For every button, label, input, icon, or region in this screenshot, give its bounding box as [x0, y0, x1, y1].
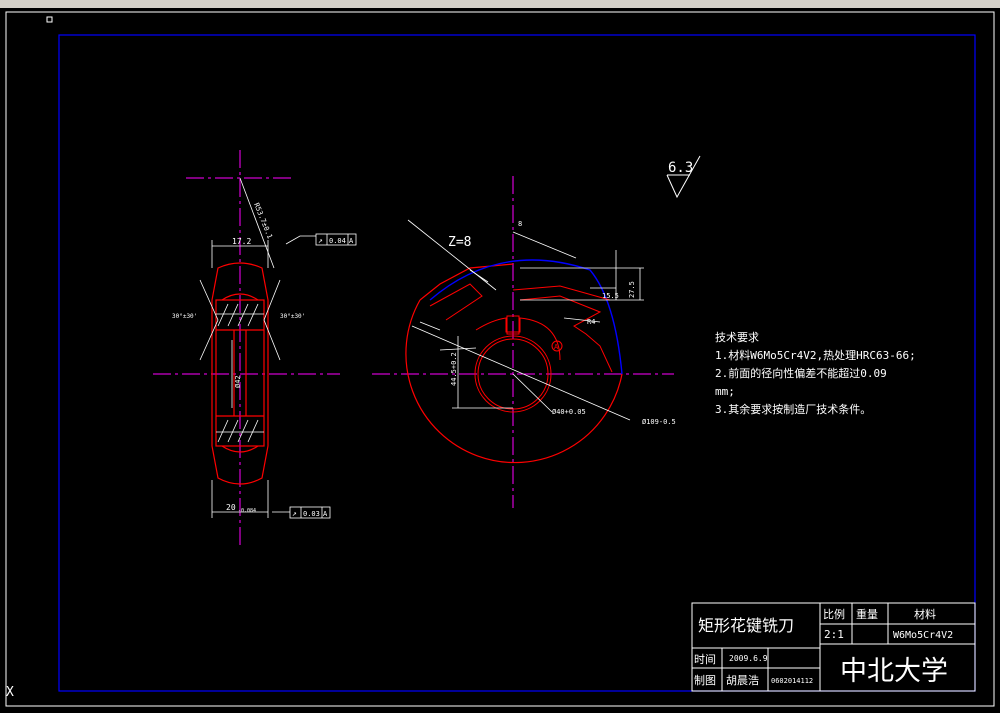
school-name: 中北大学 — [840, 656, 948, 687]
date-label: 时间 — [694, 653, 716, 666]
tol-bottom-datum: A — [323, 510, 328, 518]
drawn-label: 制图 — [694, 674, 716, 687]
dim-bottom: 20 — [226, 503, 236, 512]
teeth-count: Z=8 — [448, 235, 471, 250]
front-view: 17.2 20 -0.084 Ø42 R53.7±0.1 30°±30' 30°… — [153, 150, 357, 548]
corner-grip[interactable] — [46, 16, 53, 23]
note-1: 1.材料W6Mo5Cr4V2,热处理HRC63-66; — [715, 348, 916, 362]
dim-step: 15.5 — [602, 292, 619, 300]
dim-bore: Ø40+0.05 — [552, 408, 586, 416]
tol-bottom-symbol: ↗ — [292, 509, 297, 518]
scale-value: 2:1 — [824, 628, 844, 641]
scale-label: 比例 — [823, 607, 845, 621]
tol-top-value: 0.04 — [329, 237, 346, 245]
notes-title: 技术要求 — [715, 331, 759, 344]
part-name: 矩形花键铣刀 — [698, 616, 794, 635]
angle-right: 30°±30' — [280, 313, 305, 320]
side-view: Z=8 27.5 15.5 44.5+0.2 Ø40+0.05 Ø109-0.5… — [372, 176, 676, 508]
date-value: 2009.6.9 — [729, 654, 768, 663]
roughness-value: 6.3 — [668, 160, 693, 176]
note-2: 2.前面的径向性偏差不能超过0.09 — [715, 366, 887, 380]
note-2-cont: mm; — [715, 385, 735, 398]
note-3: 3.其余要求按制造厂技术条件。 — [715, 402, 871, 416]
weight-label: 重量 — [856, 607, 878, 621]
tol-bottom-value: 0.03 — [303, 510, 320, 518]
dim-bore: Ø42 — [234, 375, 242, 388]
angle-left: 30°±30' — [172, 313, 197, 320]
material-label: 材料 — [914, 607, 936, 621]
inner-border — [58, 34, 976, 692]
dim-outer: Ø109-0.5 — [642, 418, 676, 426]
dim-radius: R53.7±0.1 — [252, 202, 274, 240]
student-id: 0602014112 — [771, 677, 813, 685]
dim-width: 17.2 — [232, 237, 251, 246]
dim-bottom-tol: -0.084 — [238, 508, 256, 514]
dim-keyway: 44.5+0.2 — [450, 352, 458, 386]
dim-small: 8 — [518, 220, 522, 228]
dim-fillet: R4 — [587, 318, 595, 326]
toolbar-strip — [0, 0, 1000, 8]
dim-radial: 27.5 — [628, 281, 636, 298]
technical-notes: 技术要求 1.材料W6Mo5Cr4V2,热处理HRC63-66; 2.前面的径向… — [715, 331, 916, 416]
drawing-canvas[interactable]: X 6.3 17.2 20 -0.084 Ø42 R53.7±0.1 30°±3… — [0, 8, 1000, 709]
drawn-value: 胡晨浩 — [726, 673, 759, 687]
ucs-x-icon: X — [6, 685, 14, 700]
material-value: W6Mo5Cr4V2 — [893, 630, 953, 641]
tol-top-datum: A — [349, 237, 354, 245]
tol-top-symbol: ↗ — [318, 236, 323, 245]
